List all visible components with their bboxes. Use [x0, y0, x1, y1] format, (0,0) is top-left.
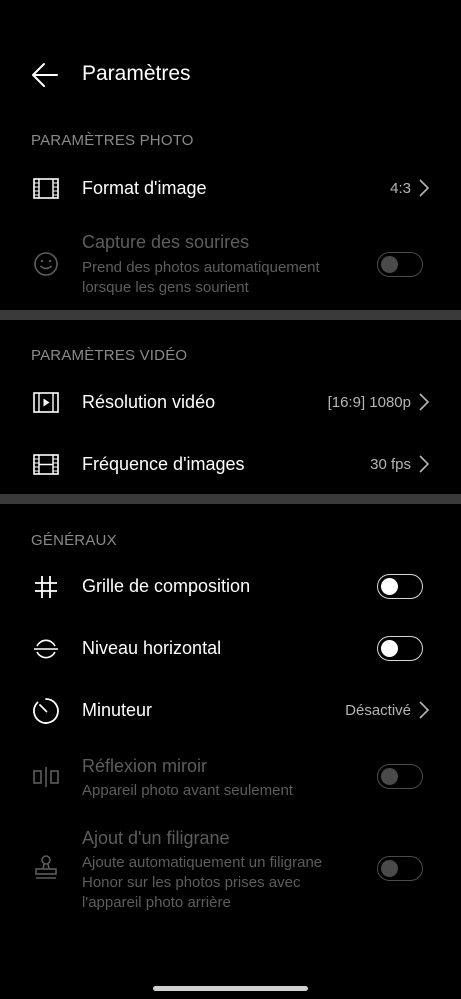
setting-description: Appareil photo avant seulement — [82, 782, 293, 799]
film-strip-icon — [33, 454, 59, 475]
setting-format-image[interactable]: Format d'image 4:3 — [0, 160, 461, 218]
setting-value: [16:9] 1080p — [327, 394, 411, 411]
composition-grid-toggle[interactable] — [377, 574, 423, 599]
video-resolution-icon — [33, 392, 59, 413]
chevron-right-icon — [419, 701, 430, 719]
setting-label: Ajout d'un filigrane — [82, 828, 230, 848]
setting-smile-capture: Capture des sourires Prend des photos au… — [0, 222, 461, 304]
setting-description: Ajoute automatiquement un filigrane — [82, 854, 323, 871]
setting-label: Capture des sourires — [82, 232, 250, 252]
section-divider — [0, 310, 461, 320]
horizontal-level-toggle[interactable] — [377, 636, 423, 661]
smile-capture-toggle — [377, 252, 423, 277]
setting-composition-grid[interactable]: Grille de composition — [0, 558, 461, 616]
setting-frame-rate[interactable]: Fréquence d'images 30 fps — [0, 436, 461, 494]
setting-description: l'appareil photo arrière — [82, 894, 231, 911]
setting-watermark: Ajout d'un filigrane Ajoute automatiquem… — [0, 818, 461, 918]
watermark-toggle — [377, 856, 423, 881]
setting-label: Réflexion miroir — [82, 756, 208, 776]
setting-label: Fréquence d'images — [82, 454, 245, 474]
back-arrow-icon[interactable] — [30, 60, 60, 90]
setting-label: Format d'image — [82, 178, 207, 198]
page-title: Paramètres — [82, 62, 191, 85]
setting-description: Prend des photos automatiquement — [82, 259, 320, 276]
setting-label: Grille de composition — [82, 576, 251, 596]
section-divider — [0, 494, 461, 504]
section-title-video: PARAMÈTRES VIDÉO — [31, 347, 188, 364]
setting-label: Minuteur — [82, 700, 153, 720]
setting-horizontal-level[interactable]: Niveau horizontal — [0, 620, 461, 678]
setting-video-resolution[interactable]: Résolution vidéo [16:9] 1080p — [0, 374, 461, 432]
setting-description: lorsque les gens sourient — [82, 279, 249, 296]
chevron-right-icon — [419, 393, 430, 411]
mirror-icon — [33, 767, 59, 787]
section-title-photo: PARAMÈTRES PHOTO — [31, 132, 194, 149]
setting-label: Résolution vidéo — [82, 392, 216, 412]
setting-timer[interactable]: Minuteur Désactivé — [0, 682, 461, 740]
setting-value: 30 fps — [370, 456, 411, 473]
mirror-reflection-toggle — [377, 764, 423, 789]
aspect-ratio-icon — [33, 178, 59, 199]
setting-value: Désactivé — [345, 702, 411, 719]
timer-icon — [33, 698, 59, 724]
setting-value: 4:3 — [390, 180, 411, 197]
chevron-right-icon — [419, 455, 430, 473]
stamp-icon — [35, 855, 57, 879]
smile-face-icon — [34, 252, 58, 276]
section-title-general: GÉNÉRAUX — [31, 532, 117, 549]
setting-description: Honor sur les photos prises avec — [82, 874, 301, 891]
grid-icon — [35, 576, 57, 598]
setting-label: Niveau horizontal — [82, 638, 222, 658]
setting-mirror-reflection: Réflexion miroir Appareil photo avant se… — [0, 746, 461, 812]
home-indicator[interactable] — [153, 986, 308, 991]
chevron-right-icon — [419, 179, 430, 197]
top-bar: Paramètres — [0, 48, 461, 102]
level-icon — [34, 639, 58, 659]
